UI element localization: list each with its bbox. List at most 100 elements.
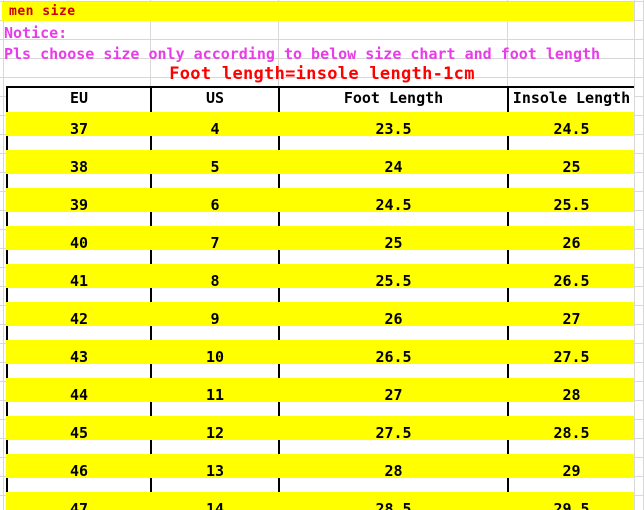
cell-value: 26.5: [553, 272, 590, 290]
cell-value: 44: [69, 386, 89, 404]
column-header-label: Insole Length: [512, 89, 631, 107]
cell-eu: 40: [6, 222, 152, 260]
column-header-insole: Insole Length: [507, 86, 634, 108]
cell-insole: 24.5: [507, 108, 634, 146]
cell-value: 24: [384, 158, 403, 176]
cell-value: 14: [205, 500, 225, 510]
cell-insole: 28.5: [507, 412, 634, 450]
cell-value: 28: [384, 462, 403, 480]
column-header-label: EU: [69, 89, 89, 107]
cell-foot: 24: [278, 146, 509, 184]
cell-value: 28.5: [553, 424, 590, 442]
cell-us: 4: [150, 108, 280, 146]
table-header-row: EU US Foot Length Insole Length: [6, 86, 634, 108]
cell-eu: 38: [6, 146, 152, 184]
cell-value: 10: [205, 348, 225, 366]
cell-value: 40: [69, 234, 89, 252]
cell-us: 5: [150, 146, 280, 184]
cell-value: 4: [210, 120, 220, 138]
cell-value: 24.5: [553, 120, 590, 138]
table-row: 46 13 28 29: [6, 450, 634, 488]
cell-foot: 24.5: [278, 184, 509, 222]
cell-value: 24.5: [375, 196, 412, 214]
cell-insole: 27: [507, 298, 634, 336]
cell-value: 7: [210, 234, 220, 252]
cell-value: 9: [210, 310, 220, 328]
column-header-eu: EU: [6, 86, 152, 108]
cell-eu: 45: [6, 412, 152, 450]
cell-eu: 46: [6, 450, 152, 488]
cell-insole: 25.5: [507, 184, 634, 222]
cell-value: 29: [562, 462, 581, 480]
cell-eu: 43: [6, 336, 152, 374]
cell-eu: 42: [6, 298, 152, 336]
cell-value: 29.5: [553, 500, 590, 510]
cell-us: 6: [150, 184, 280, 222]
cell-eu: 37: [6, 108, 152, 146]
cell-value: 27: [384, 386, 403, 404]
column-header-label: Foot Length: [343, 89, 444, 107]
cell-foot: 25.5: [278, 260, 509, 298]
cell-insole: 26.5: [507, 260, 634, 298]
table-row: 47 14 28.5 29.5: [6, 488, 634, 510]
cell-value: 26: [562, 234, 581, 252]
table-row: 40 7 25 26: [6, 222, 634, 260]
cell-value: 28: [562, 386, 581, 404]
cell-insole: 25: [507, 146, 634, 184]
cell-value: 43: [69, 348, 89, 366]
notice-heading: Notice:: [4, 24, 68, 42]
cell-value: 25.5: [553, 196, 590, 214]
cell-foot: 28.5: [278, 488, 509, 510]
cell-value: 6: [210, 196, 220, 214]
cell-foot: 28: [278, 450, 509, 488]
cell-us: 8: [150, 260, 280, 298]
cell-us: 9: [150, 298, 280, 336]
cell-value: 12: [205, 424, 225, 442]
cell-value: 13: [205, 462, 225, 480]
cell-value: 45: [69, 424, 89, 442]
cell-value: 27: [562, 310, 581, 328]
cell-value: 38: [69, 158, 89, 176]
cell-eu: 44: [6, 374, 152, 412]
size-chart-page: men size Notice: Pls choose size only ac…: [0, 0, 644, 510]
cell-foot: 26.5: [278, 336, 509, 374]
table-body: 37 4 23.5 24.5 38 5 24 25 39 6 24.5 25.5 40 7 25 26 41 8 2…: [6, 108, 634, 510]
cell-us: 7: [150, 222, 280, 260]
cell-value: 11: [205, 386, 225, 404]
column-header-foot: Foot Length: [278, 86, 509, 108]
men-size-banner: men size: [2, 2, 634, 21]
cell-value: 27.5: [553, 348, 590, 366]
cell-value: 25.5: [375, 272, 412, 290]
cell-foot: 27: [278, 374, 509, 412]
size-chart-table-wrapper: EU US Foot Length Insole Length 37 4 23.5 24.5…: [6, 86, 634, 510]
table-row: 45 12 27.5 28.5: [6, 412, 634, 450]
cell-insole: 28: [507, 374, 634, 412]
cell-insole: 26: [507, 222, 634, 260]
cell-insole: 29.5: [507, 488, 634, 510]
banner-label: men size: [9, 4, 76, 19]
notice-body: Pls choose size only according to below …: [4, 45, 601, 63]
cell-insole: 27.5: [507, 336, 634, 374]
cell-value: 25: [384, 234, 403, 252]
cell-eu: 41: [6, 260, 152, 298]
cell-insole: 29: [507, 450, 634, 488]
cell-value: 37: [69, 120, 89, 138]
cell-value: 47: [69, 500, 89, 510]
table-row: 42 9 26 27: [6, 298, 634, 336]
cell-eu: 47: [6, 488, 152, 510]
cell-value: 23.5: [375, 120, 412, 138]
cell-us: 13: [150, 450, 280, 488]
table-header: EU US Foot Length Insole Length: [6, 86, 634, 108]
cell-value: 41: [69, 272, 89, 290]
cell-eu: 39: [6, 184, 152, 222]
cell-value: 5: [210, 158, 220, 176]
cell-value: 39: [69, 196, 89, 214]
cell-value: 26.5: [375, 348, 412, 366]
table-row: 43 10 26.5 27.5: [6, 336, 634, 374]
table-row: 41 8 25.5 26.5: [6, 260, 634, 298]
size-chart-table: EU US Foot Length Insole Length 37 4 23.5 24.5…: [6, 86, 634, 510]
cell-foot: 25: [278, 222, 509, 260]
table-row: 39 6 24.5 25.5: [6, 184, 634, 222]
cell-us: 12: [150, 412, 280, 450]
cell-value: 42: [69, 310, 89, 328]
